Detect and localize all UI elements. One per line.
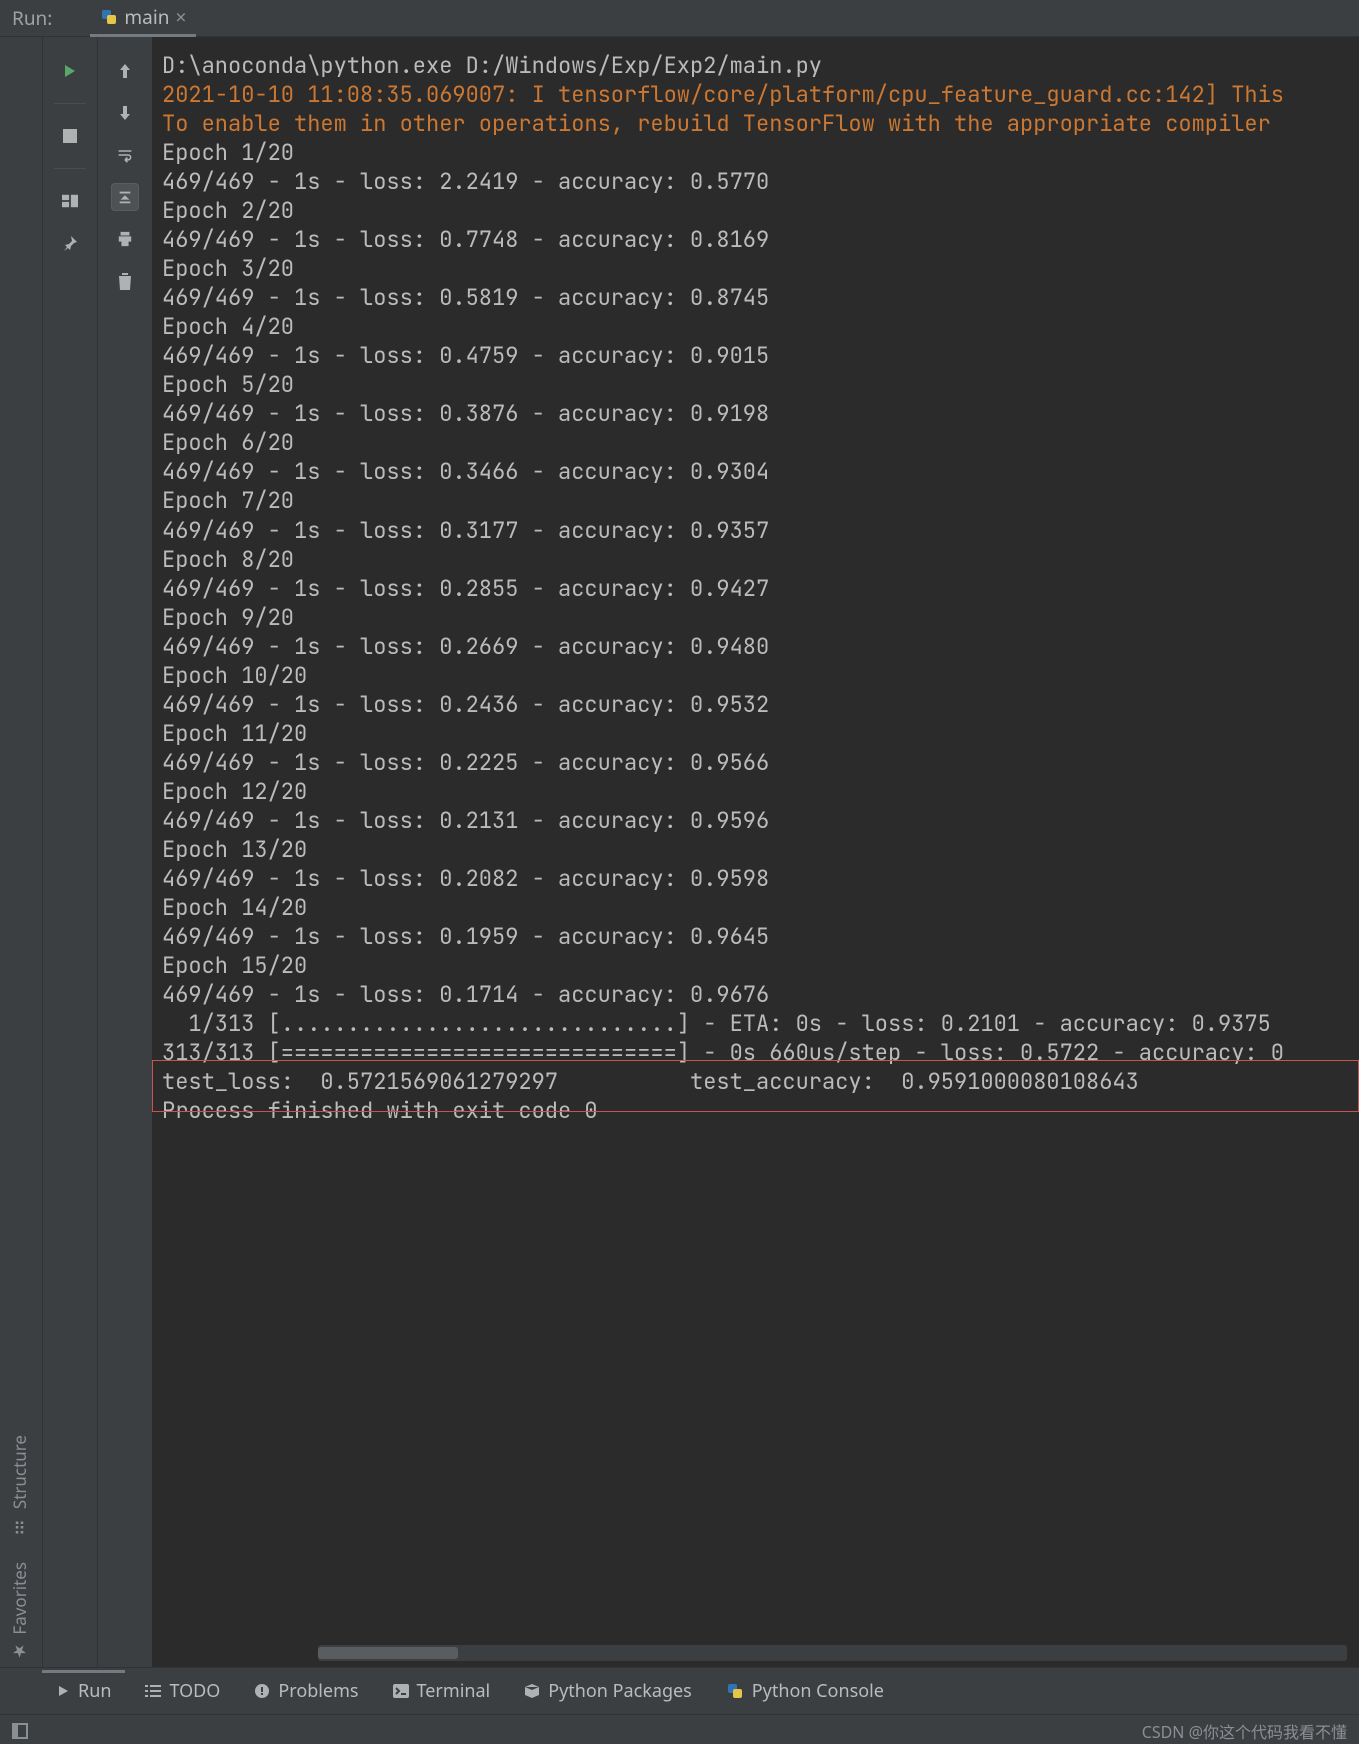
- play-icon: [56, 1684, 70, 1698]
- status-watermark: CSDN @你这个代码我看不懂: [1142, 1719, 1347, 1743]
- run-tab-label: main: [124, 4, 169, 30]
- toolwindows-quick-access-icon[interactable]: [12, 1723, 28, 1739]
- status-bar: CSDN @你这个代码我看不懂: [0, 1714, 1359, 1744]
- left-vertical-tabs: ⠿ Structure ★ Favorites: [0, 1435, 38, 1664]
- left-tool-rail: [0, 37, 43, 1667]
- clear-all-button[interactable]: [111, 267, 139, 295]
- python-console-label: Python Console: [752, 1679, 884, 1703]
- separator: [54, 103, 86, 104]
- python-packages-button[interactable]: Python Packages: [510, 1673, 706, 1709]
- warning-icon: [254, 1683, 270, 1699]
- run-actions-column: [43, 37, 98, 1667]
- todo-label: TODO: [169, 1679, 220, 1703]
- run-body: ⠿ Structure ★ Favorites: [0, 37, 1359, 1667]
- terminal-icon: [393, 1684, 409, 1698]
- bottom-tool-bar: Run TODO Problems Terminal Python Packag…: [0, 1667, 1359, 1714]
- up-stack-button[interactable]: [111, 57, 139, 85]
- scrollbar-thumb[interactable]: [318, 1647, 458, 1659]
- python-packages-label: Python Packages: [548, 1679, 692, 1703]
- tool-title: Run:: [0, 5, 64, 31]
- python-icon: [726, 1682, 744, 1700]
- problems-label: Problems: [278, 1679, 358, 1703]
- console-output-panel[interactable]: D:\anoconda\python.exe D:/Windows/Exp/Ex…: [152, 37, 1359, 1667]
- stop-button[interactable]: [56, 122, 84, 150]
- close-tab-icon[interactable]: ×: [175, 4, 186, 30]
- python-file-icon: [100, 8, 118, 26]
- console-text: D:\anoconda\python.exe D:/Windows/Exp/Ex…: [152, 37, 1359, 1139]
- soft-wrap-button[interactable]: [111, 141, 139, 169]
- terminal-toolwindow-button[interactable]: Terminal: [379, 1673, 505, 1709]
- terminal-label: Terminal: [417, 1679, 491, 1703]
- down-stack-button[interactable]: [111, 99, 139, 127]
- scroll-to-end-button[interactable]: [111, 183, 139, 211]
- run-toolwindow-button[interactable]: Run: [42, 1670, 125, 1709]
- structure-toolwindow-tab[interactable]: ⠿ Structure: [8, 1435, 31, 1538]
- python-console-button[interactable]: Python Console: [712, 1673, 898, 1709]
- separator: [54, 168, 86, 169]
- list-icon: [145, 1684, 161, 1698]
- print-button[interactable]: [111, 225, 139, 253]
- console-actions-column: [98, 37, 152, 1667]
- star-icon: ★: [11, 1641, 26, 1664]
- packages-icon: [524, 1683, 540, 1699]
- rerun-button[interactable]: [56, 57, 84, 85]
- run-toolwindow-label: Run: [78, 1679, 111, 1703]
- layout-settings-button[interactable]: [56, 187, 84, 215]
- favorites-toolwindow-tab[interactable]: ★ Favorites: [8, 1562, 31, 1664]
- favorites-label: Favorites: [8, 1562, 31, 1635]
- structure-icon: ⠿: [13, 1515, 25, 1538]
- todo-toolwindow-button[interactable]: TODO: [131, 1673, 234, 1709]
- problems-toolwindow-button[interactable]: Problems: [240, 1673, 372, 1709]
- pin-button[interactable]: [56, 229, 84, 257]
- structure-label: Structure: [8, 1435, 31, 1509]
- run-tool-header: Run: main ×: [0, 0, 1359, 37]
- result-highlight-box: [152, 1060, 1359, 1112]
- run-tab-main[interactable]: main ×: [90, 0, 196, 37]
- horizontal-scrollbar[interactable]: [318, 1645, 1347, 1661]
